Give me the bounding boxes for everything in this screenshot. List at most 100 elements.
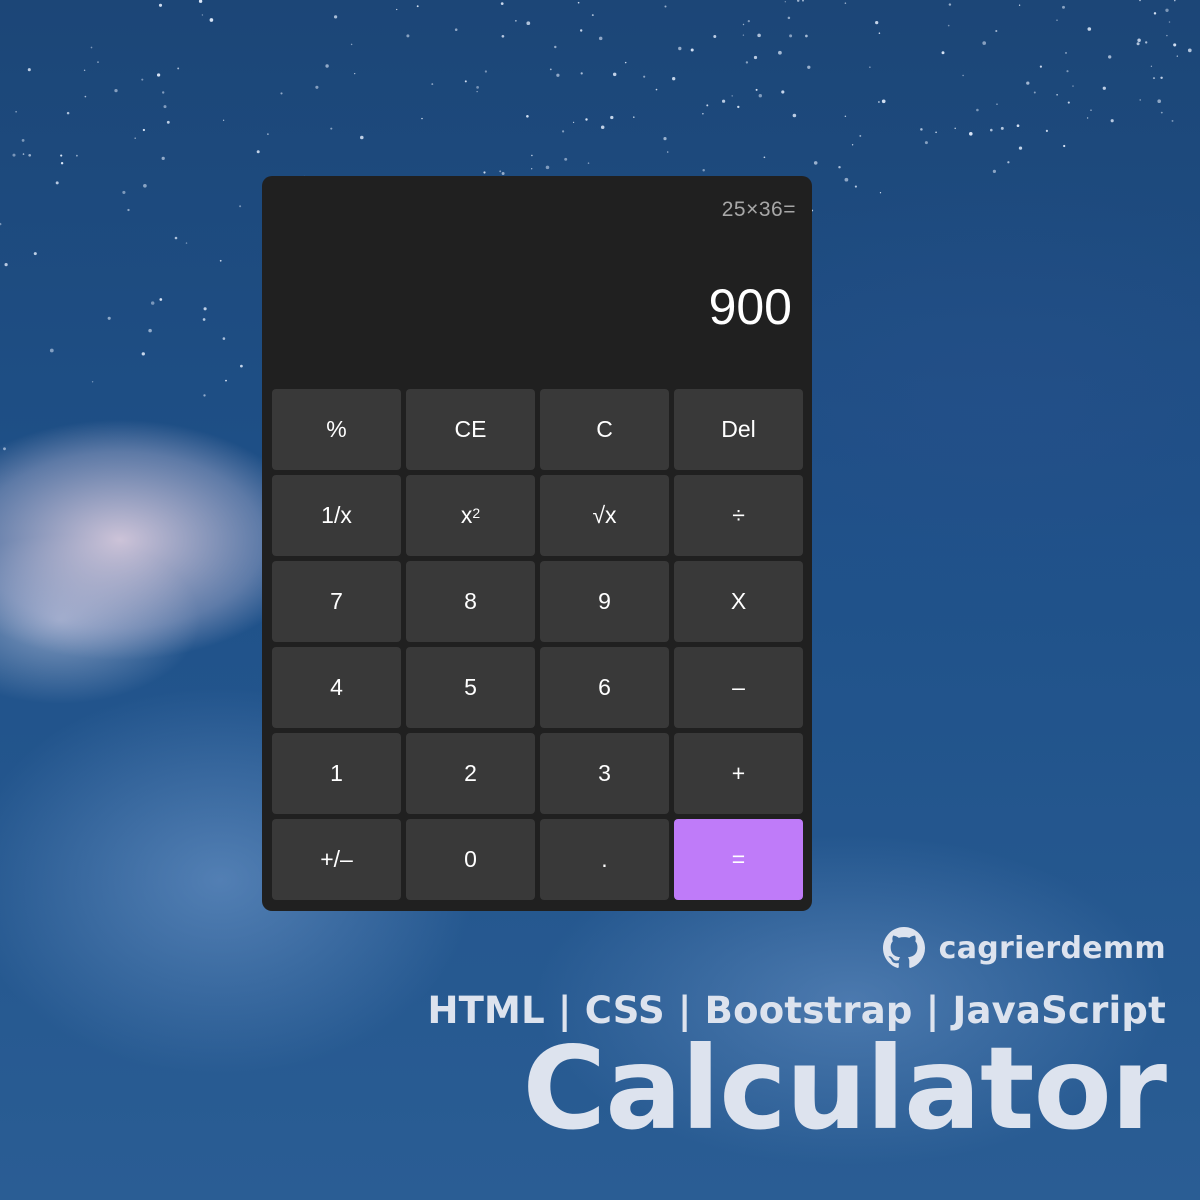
star: [1171, 119, 1174, 122]
star: [500, 2, 504, 5]
star: [690, 48, 694, 52]
key-decimal-button[interactable]: .: [540, 819, 669, 900]
star: [1176, 55, 1178, 57]
key-negate-button[interactable]: +/–: [272, 819, 401, 900]
key-digit-5-button[interactable]: 5: [406, 647, 535, 728]
star: [805, 34, 808, 38]
star: [90, 46, 93, 49]
star: [1016, 124, 1020, 128]
star: [663, 137, 667, 141]
key-digit-0-button[interactable]: 0: [406, 819, 535, 900]
key-square-root-button[interactable]: √x: [540, 475, 669, 556]
star: [924, 141, 928, 145]
star: [580, 72, 583, 75]
star: [591, 14, 594, 17]
key-digit-1-button[interactable]: 1: [272, 733, 401, 814]
star: [947, 24, 950, 27]
star: [163, 105, 167, 109]
key-clear-entry-button[interactable]: CE: [406, 389, 535, 470]
key-equals-button[interactable]: =: [674, 819, 803, 900]
star: [431, 83, 434, 86]
star: [1087, 27, 1092, 31]
star: [787, 16, 791, 20]
star: [202, 318, 206, 321]
star: [655, 88, 658, 91]
star: [737, 105, 740, 109]
star: [416, 5, 419, 8]
star: [1033, 91, 1036, 94]
key-digit-3-button[interactable]: 3: [540, 733, 669, 814]
star: [526, 21, 531, 26]
key-reciprocal-button[interactable]: 1/x: [272, 475, 401, 556]
star: [280, 92, 283, 95]
key-label: 3: [598, 760, 611, 786]
star: [33, 252, 37, 256]
star: [315, 85, 319, 89]
key-divide-button[interactable]: ÷: [674, 475, 803, 556]
star: [28, 153, 32, 157]
star: [1173, 43, 1177, 47]
star: [807, 65, 811, 69]
key-digit-6-button[interactable]: 6: [540, 647, 669, 728]
keypad: % CE C Del 1/x x 2 √x ÷ 7 8 9 X 4 5 6– 1 2 3 + +/– 0. =: [272, 389, 803, 900]
star: [1136, 42, 1140, 46]
star: [84, 95, 87, 98]
github-icon: [882, 927, 925, 968]
star: [745, 61, 749, 64]
star: [159, 298, 163, 301]
star: [545, 165, 550, 170]
key-add-button[interactable]: +: [674, 733, 803, 814]
star: [577, 1, 580, 4]
star: [222, 337, 226, 340]
star: [881, 99, 886, 104]
star: [222, 119, 225, 121]
star: [21, 139, 25, 142]
star: [1026, 81, 1030, 85]
star: [1110, 119, 1114, 123]
key-square-button[interactable]: x2: [406, 475, 535, 556]
key-delete-button[interactable]: Del: [674, 389, 803, 470]
key-label: =: [731, 846, 746, 872]
author-name[interactable]: cagrierdemm: [939, 931, 1166, 966]
key-digit-4-button[interactable]: 4: [272, 647, 401, 728]
star: [141, 78, 144, 81]
key-percent-button[interactable]: %: [272, 389, 401, 470]
star: [643, 75, 646, 78]
author-line: cagrierdemm: [427, 925, 1166, 971]
star: [784, 1, 786, 3]
key-clear-button[interactable]: C: [540, 389, 669, 470]
star: [758, 94, 762, 98]
star: [91, 381, 94, 383]
star: [1165, 8, 1169, 12]
star: [1174, 0, 1176, 2]
page-title: Calculator: [522, 1022, 1167, 1155]
star: [4, 263, 8, 267]
star: [666, 151, 669, 153]
star: [702, 113, 704, 115]
star: [1056, 94, 1058, 96]
star: [240, 364, 243, 368]
star: [995, 29, 998, 33]
star: [802, 0, 804, 2]
star: [941, 51, 945, 55]
star: [1063, 144, 1066, 148]
star: [161, 156, 165, 161]
star: [66, 111, 70, 115]
key-subtract-button[interactable]: –: [674, 647, 803, 728]
key-label: 1: [330, 760, 343, 786]
star: [612, 72, 617, 77]
star: [60, 161, 64, 165]
star: [122, 190, 126, 194]
key-digit-8-button[interactable]: 8: [406, 561, 535, 642]
key-digit-9-button[interactable]: 9: [540, 561, 669, 642]
key-digit-7-button[interactable]: 7: [272, 561, 401, 642]
star: [1168, 21, 1171, 23]
key-digit-2-button[interactable]: 2: [406, 733, 535, 814]
key-multiply-button[interactable]: X: [674, 561, 803, 642]
star: [166, 120, 170, 124]
star: [587, 162, 590, 164]
star: [201, 14, 204, 16]
star: [239, 205, 242, 208]
star: [97, 61, 99, 63]
star: [1062, 5, 1065, 9]
